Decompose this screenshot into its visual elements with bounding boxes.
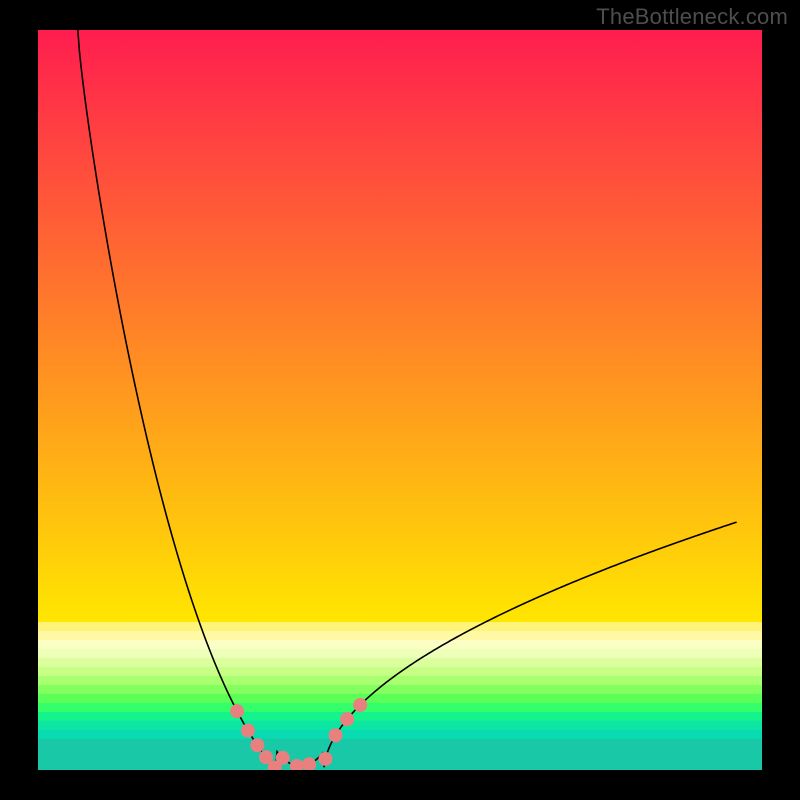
valley-marker bbox=[340, 712, 354, 726]
bottom-fill bbox=[38, 748, 762, 770]
valley-marker bbox=[318, 752, 332, 766]
gradient-upper bbox=[38, 30, 762, 622]
valley-marker bbox=[290, 759, 304, 773]
valley-marker bbox=[353, 698, 367, 712]
valley-marker bbox=[230, 704, 244, 718]
valley-marker bbox=[276, 751, 290, 765]
chart-stage: TheBottleneck.com bbox=[0, 0, 800, 800]
valley-marker bbox=[329, 728, 343, 742]
valley-marker bbox=[302, 757, 316, 771]
color-bands bbox=[38, 622, 762, 749]
watermark-label: TheBottleneck.com bbox=[596, 4, 788, 30]
plot-area bbox=[38, 30, 762, 775]
valley-marker bbox=[241, 724, 255, 738]
valley-marker bbox=[250, 738, 264, 752]
bottleneck-chart bbox=[0, 0, 800, 800]
